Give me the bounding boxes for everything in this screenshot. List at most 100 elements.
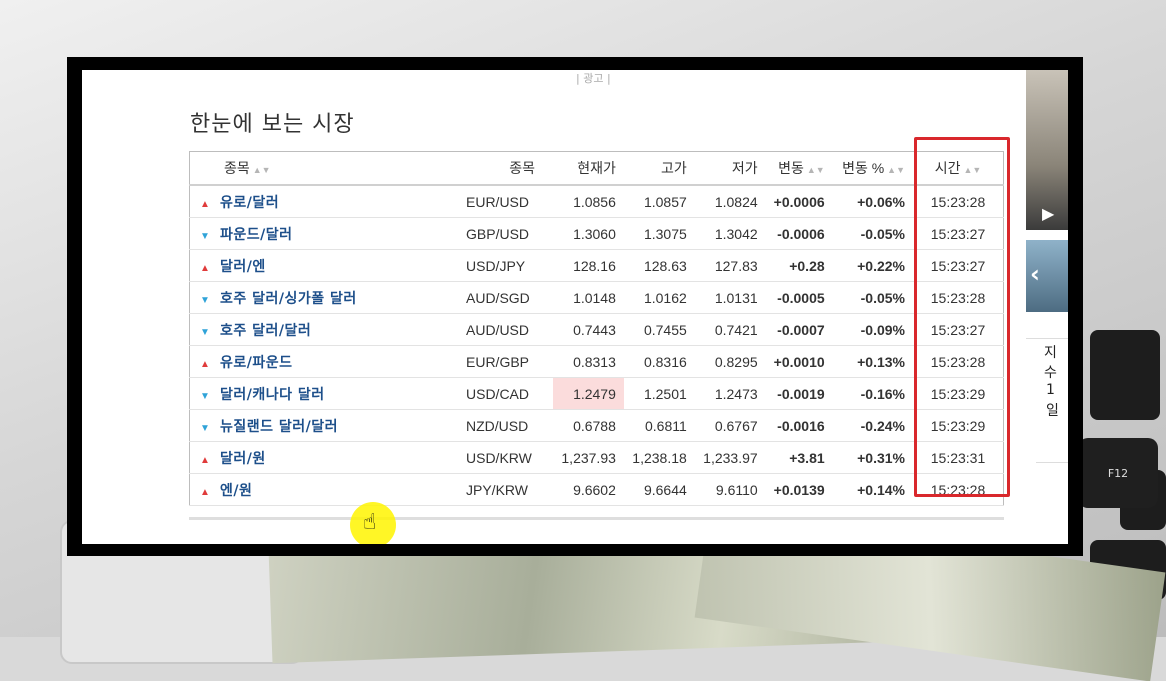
cell-name[interactable]: ▼ 달러/캐나다 달러 (189, 377, 465, 410)
cell-high: 0.8316 (623, 345, 695, 378)
table-row[interactable]: ▲ 엔/원 JPY/KRW 9.6602 9.6644 9.6110 +0.0139 +0.1… (189, 473, 1004, 506)
cell-change-pct: +0.22% (832, 249, 913, 282)
cell-high: 1.0857 (623, 185, 695, 218)
cell-change-pct: +0.14% (832, 473, 913, 506)
table-row[interactable]: ▼ 달러/캐나다 달러 USD/CAD 1.2479 1.2501 1.2473 -0.00… (189, 377, 1004, 410)
instrument-link[interactable]: 달러/캐나다 달러 (220, 387, 325, 403)
hand-cursor-icon: ☝ (363, 510, 377, 535)
chevron-left-icon[interactable]: ‹ (1030, 260, 1040, 288)
cell-change: +0.0139 (765, 473, 833, 506)
instrument-link[interactable]: 호주 달러/달러 (220, 323, 311, 339)
cell-symbol: AUD/USD (465, 313, 553, 346)
arrow-up-icon: ▲ (200, 198, 210, 210)
cell-name[interactable]: ▼ 파운드/달러 (189, 217, 465, 250)
header-change[interactable]: 변동 ▲▼ (765, 151, 833, 186)
arrow-down-icon: ▼ (200, 326, 210, 338)
cell-name[interactable]: ▲ 유로/달러 (189, 185, 465, 218)
cell-symbol: NZD/USD (465, 409, 553, 442)
instrument-link[interactable]: 유로/달러 (220, 195, 279, 211)
header-low: 저가 (694, 151, 766, 186)
cell-name[interactable]: ▲ 엔/원 (189, 473, 465, 506)
cell-low: 0.6767 (694, 409, 766, 442)
cell-name[interactable]: ▼ 호주 달러/싱가폴 달러 (189, 281, 465, 314)
cell-change: -0.0006 (765, 217, 833, 250)
table-row[interactable]: ▲ 유로/달러 EUR/USD 1.0856 1.0857 1.0824 +0.0006 +0… (189, 185, 1004, 218)
cell-change-pct: -0.05% (832, 281, 913, 314)
sort-icon[interactable]: ▲▼ (887, 165, 905, 175)
cell-change: +0.0006 (765, 185, 833, 218)
cell-symbol: USD/JPY (465, 249, 553, 282)
cell-high: 0.7455 (623, 313, 695, 346)
cell-change-pct: +0.31% (832, 441, 913, 474)
cell-change: +0.0010 (765, 345, 833, 378)
cell-change-pct: -0.05% (832, 217, 913, 250)
cell-change-pct: -0.09% (832, 313, 913, 346)
cell-high: 1,238.18 (623, 441, 695, 474)
cell-change-pct: +0.06% (832, 185, 913, 218)
time-column-highlight-box (914, 137, 1010, 497)
instrument-link[interactable]: 엔/원 (220, 483, 252, 499)
cell-current: 1.0148 (553, 281, 624, 314)
instrument-link[interactable]: 파운드/달러 (220, 227, 293, 243)
cell-low: 1.0824 (694, 185, 766, 218)
side-widget: ▶ ‹ 지수 1 일 (1026, 70, 1068, 544)
header-name[interactable]: 종목 ▲▼ (189, 151, 465, 186)
cell-low: 127.83 (694, 249, 766, 282)
arrow-up-icon: ▲ (200, 454, 210, 466)
index-tab-label[interactable]: 지수 (1044, 342, 1068, 382)
arrow-down-icon: ▼ (200, 230, 210, 242)
cell-low: 0.8295 (694, 345, 766, 378)
instrument-link[interactable]: 호주 달러/싱가폴 달러 (220, 291, 357, 307)
arrow-up-icon: ▲ (200, 262, 210, 274)
f12-label: F12 (1107, 466, 1129, 480)
cell-change: +0.28 (765, 249, 833, 282)
period-unit[interactable]: 일 (1046, 400, 1059, 420)
divider (189, 517, 1004, 520)
cell-high: 1.0162 (623, 281, 695, 314)
keyboard-key (1090, 330, 1160, 420)
cell-high: 1.2501 (623, 377, 695, 410)
cell-name[interactable]: ▼ 호주 달러/달러 (189, 313, 465, 346)
period-number[interactable]: 1 (1046, 382, 1055, 398)
cell-name[interactable]: ▼ 뉴질랜드 달러/달러 (189, 409, 465, 442)
table-row[interactable]: ▼ 뉴질랜드 달러/달러 NZD/USD 0.6788 0.6811 0.6767 -0.0… (189, 409, 1004, 442)
cell-symbol: EUR/USD (465, 185, 553, 218)
table-header-row: 종목 ▲▼ 종목 현재가 고가 저가 변동 ▲▼ 변동 % ▲▼ 시간 ▲▼ (189, 151, 1004, 186)
instrument-link[interactable]: 달러/엔 (220, 259, 266, 275)
cell-low: 1.3042 (694, 217, 766, 250)
cell-current: 0.7443 (553, 313, 624, 346)
cell-low: 1.2473 (694, 377, 766, 410)
arrow-up-icon: ▲ (200, 486, 210, 498)
instrument-link[interactable]: 달러/원 (220, 451, 266, 467)
cell-name[interactable]: ▲ 달러/엔 (189, 249, 465, 282)
page-title: 한눈에 보는 시장 (190, 112, 355, 137)
cell-change-pct: -0.24% (832, 409, 913, 442)
cell-high: 1.3075 (623, 217, 695, 250)
arrow-up-icon: ▲ (200, 358, 210, 370)
arrow-down-icon: ▼ (200, 390, 210, 402)
cell-current: 1.3060 (553, 217, 624, 250)
table-row[interactable]: ▲ 달러/원 USD/KRW 1,237.93 1,238.18 1,233.97 +3.8… (189, 441, 1004, 474)
cell-change: -0.0007 (765, 313, 833, 346)
cell-name[interactable]: ▲ 달러/원 (189, 441, 465, 474)
sort-icon[interactable]: ▲▼ (807, 165, 825, 175)
cell-change-pct: +0.13% (832, 345, 913, 378)
cell-current: 128.16 (553, 249, 624, 282)
sort-icon[interactable]: ▲▼ (253, 165, 271, 175)
cell-change: -0.0016 (765, 409, 833, 442)
header-change-pct[interactable]: 변동 % ▲▼ (832, 151, 913, 186)
table-row[interactable]: ▼ 호주 달러/싱가폴 달러 AUD/SGD 1.0148 1.0162 1.0131 -0… (189, 281, 1004, 314)
table-row[interactable]: ▲ 달러/엔 USD/JPY 128.16 128.63 127.83 +0.28 +0.22… (189, 249, 1004, 282)
market-panel: | 광고 | 한눈에 보는 시장 종목 ▲▼ 종목 현재가 고가 저가 변동 ▲▼ … (82, 70, 1026, 544)
cell-name[interactable]: ▲ 유로/파운드 (189, 345, 465, 378)
cell-symbol: EUR/GBP (465, 345, 553, 378)
instrument-link[interactable]: 뉴질랜드 달러/달러 (220, 419, 338, 435)
cell-change: -0.0005 (765, 281, 833, 314)
play-icon[interactable]: ▶ (1042, 204, 1054, 223)
cell-high: 9.6644 (623, 473, 695, 506)
table-row[interactable]: ▲ 유로/파운드 EUR/GBP 0.8313 0.8316 0.8295 +0.0010 +… (189, 345, 1004, 378)
table-row[interactable]: ▼ 호주 달러/달러 AUD/USD 0.7443 0.7455 0.7421 -0.000… (189, 313, 1004, 346)
instrument-link[interactable]: 유로/파운드 (220, 355, 293, 371)
table-row[interactable]: ▼ 파운드/달러 GBP/USD 1.3060 1.3075 1.3042 -0.0006-… (189, 217, 1004, 250)
cell-symbol: AUD/SGD (465, 281, 553, 314)
